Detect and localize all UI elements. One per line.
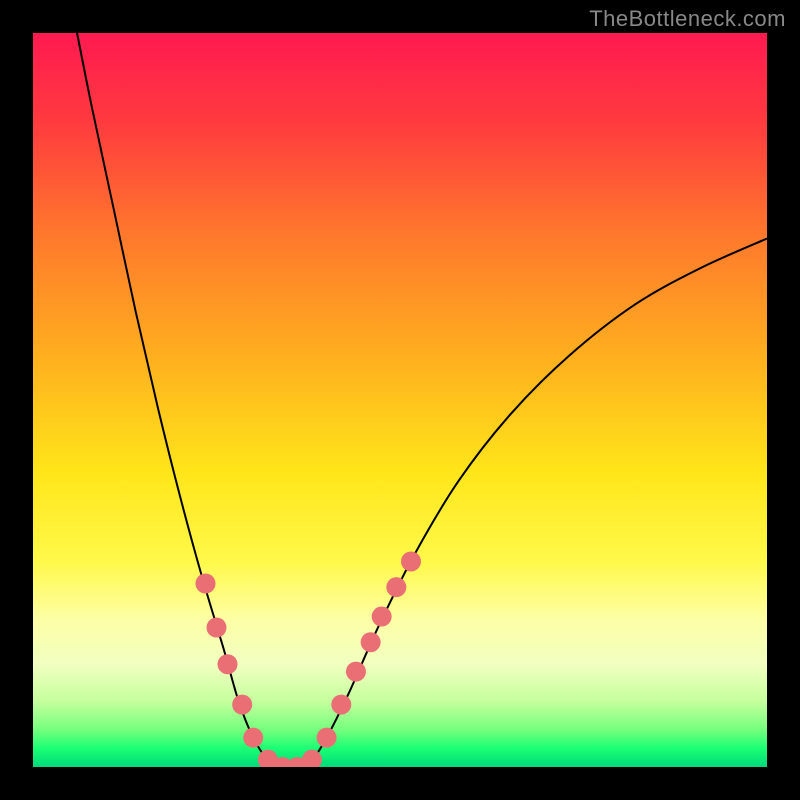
highlight-dot xyxy=(243,728,263,748)
highlight-dot xyxy=(346,662,366,682)
highlight-dot xyxy=(317,728,337,748)
chart-stage: TheBottleneck.com xyxy=(0,0,800,800)
highlight-dot xyxy=(331,695,351,715)
bottleneck-plot xyxy=(0,0,800,800)
watermark-text: TheBottleneck.com xyxy=(589,6,786,32)
highlight-dot xyxy=(386,577,406,597)
highlight-dot xyxy=(232,695,252,715)
highlight-dot xyxy=(361,632,381,652)
highlight-dot xyxy=(372,607,392,627)
highlight-dot xyxy=(218,654,238,674)
gradient-background xyxy=(33,33,767,767)
highlight-dot xyxy=(401,551,421,571)
highlight-dot xyxy=(207,618,227,638)
highlight-dot xyxy=(302,750,322,770)
highlight-dot xyxy=(195,574,215,594)
